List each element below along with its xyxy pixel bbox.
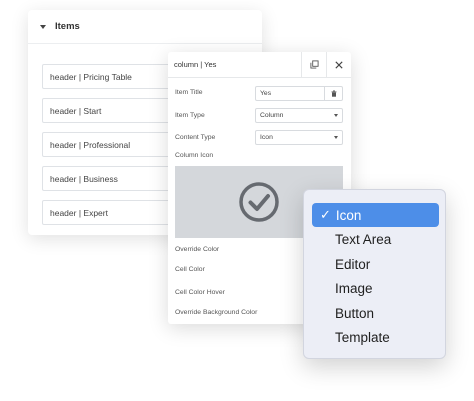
- cell-color-label: Cell Color: [175, 266, 205, 273]
- menu-item-label: Template: [335, 329, 390, 345]
- item-type-label: Item Type: [175, 112, 205, 119]
- item-title-input[interactable]: Yes: [255, 86, 343, 101]
- menu-item-editor[interactable]: Editor: [312, 252, 439, 276]
- menu-item-text-area[interactable]: Text Area: [312, 227, 439, 251]
- close-icon: [335, 60, 343, 69]
- checkmark-icon: ✓: [320, 207, 331, 222]
- content-type-value: Icon: [260, 134, 273, 141]
- menu-item-button[interactable]: Button: [312, 301, 439, 325]
- cell-color-hover-label: Cell Color Hover: [175, 289, 225, 296]
- chevron-down-icon: [334, 114, 338, 117]
- items-section-title: Items: [55, 21, 80, 32]
- duplicate-icon: [309, 60, 319, 69]
- caret-down-icon[interactable]: [40, 24, 46, 29]
- items-section-header[interactable]: Items: [28, 10, 262, 44]
- override-color-label: Override Color: [175, 246, 220, 253]
- menu-item-label: Button: [335, 305, 375, 321]
- duplicate-button[interactable]: [301, 52, 326, 77]
- column-icon-label: Column Icon: [175, 152, 214, 159]
- override-background-color-label: Override Background Color: [175, 309, 258, 316]
- menu-item-template[interactable]: Template: [312, 325, 439, 349]
- close-button[interactable]: [326, 52, 351, 77]
- item-type-value: Column: [260, 112, 284, 119]
- column-panel-title: column | Yes: [174, 60, 217, 69]
- delete-button[interactable]: [324, 87, 342, 100]
- trash-icon: [331, 90, 336, 97]
- menu-item-label: Editor: [335, 256, 371, 272]
- content-type-select[interactable]: Icon: [255, 130, 343, 145]
- check-circle-icon: [239, 182, 279, 222]
- chevron-down-icon: [334, 136, 338, 139]
- menu-item-label: Text Area: [335, 231, 392, 247]
- column-panel-header: column | Yes: [168, 52, 351, 78]
- item-title-label: Item Title: [175, 89, 203, 96]
- menu-item-icon[interactable]: ✓ Icon: [312, 203, 439, 227]
- content-type-dropdown-menu: ✓ Icon Text Area Editor Image Button Tem…: [303, 189, 446, 359]
- menu-item-image[interactable]: Image: [312, 276, 439, 300]
- item-title-value: Yes: [260, 90, 272, 97]
- menu-item-label: Icon: [335, 207, 362, 223]
- content-type-label: Content Type: [175, 134, 216, 141]
- menu-item-label: Image: [335, 280, 373, 296]
- item-type-select[interactable]: Column: [255, 108, 343, 123]
